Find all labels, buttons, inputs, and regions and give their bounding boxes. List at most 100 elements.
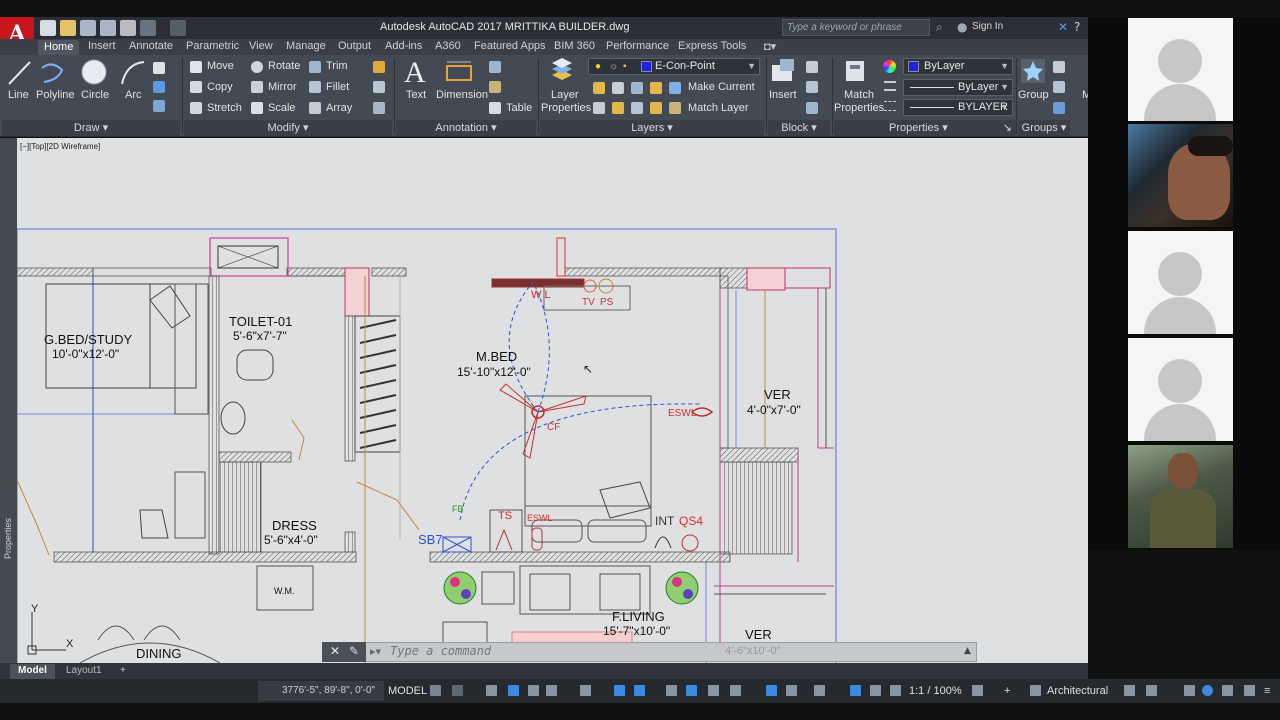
lineweight-dropdown[interactable]: ByLayer ▼ — [903, 79, 1013, 96]
erase-icon[interactable] — [373, 61, 385, 73]
insert-button[interactable]: Insert — [769, 89, 797, 101]
annotation-scale-icon[interactable] — [890, 685, 901, 696]
participant-tile-3[interactable] — [1128, 231, 1233, 334]
wrench-icon[interactable]: ✎ — [349, 644, 359, 658]
object-snap-icon[interactable] — [634, 685, 645, 696]
region-icon[interactable] — [153, 100, 165, 112]
undo-icon[interactable] — [140, 20, 156, 36]
properties-panel-footer[interactable]: Properties ▾ ↘ — [834, 120, 1016, 136]
isodraft-icon[interactable] — [580, 685, 591, 696]
explode-icon[interactable] — [373, 81, 385, 93]
mirror-button[interactable]: Mirror — [268, 81, 297, 93]
tab-model[interactable]: Model — [10, 664, 55, 679]
group-selection-icon[interactable] — [1053, 102, 1065, 114]
tab-annotate[interactable]: Annotate — [129, 40, 173, 52]
trim-button[interactable]: Trim — [326, 60, 348, 72]
tab-layout1[interactable]: Layout1 — [58, 664, 110, 679]
redo-icon[interactable] — [170, 20, 186, 36]
ortho-icon[interactable] — [528, 685, 539, 696]
layers-panel-footer[interactable]: Layers ▾ — [540, 120, 764, 136]
new-file-icon[interactable] — [40, 20, 56, 36]
command-input[interactable]: Type a command — [390, 644, 491, 658]
grid-icon[interactable] — [430, 685, 441, 696]
block-attributes-icon[interactable] — [806, 102, 818, 114]
quick-properties-icon[interactable] — [1124, 685, 1135, 696]
layer-properties-label-2[interactable]: Properties — [541, 102, 591, 114]
save-as-icon[interactable] — [100, 20, 116, 36]
close-icon[interactable]: ✕ — [330, 644, 340, 658]
search-input[interactable]: Type a keyword or phrase — [782, 19, 930, 36]
open-file-icon[interactable] — [60, 20, 76, 36]
layer-dropdown[interactable]: ● ☼ ▪ E-Con-Point ▼ — [588, 58, 760, 75]
tab-bim360[interactable]: BIM 360 — [554, 40, 595, 52]
annotation-monitor-icon[interactable]: + — [1004, 685, 1010, 697]
tab-manage[interactable]: Manage — [286, 40, 326, 52]
rectangle-icon[interactable] — [153, 62, 165, 74]
fillet-button[interactable]: Fillet — [326, 81, 349, 93]
clean-screen-icon[interactable] — [1222, 685, 1233, 696]
hatch-icon[interactable] — [153, 81, 165, 93]
participant-tile-2[interactable] — [1128, 124, 1233, 227]
layer-on-icon[interactable] — [593, 102, 605, 114]
units-value[interactable]: Architectural — [1047, 685, 1108, 697]
match-properties-label-1[interactable]: Match — [844, 89, 874, 101]
tab-express-tools[interactable]: Express Tools — [678, 40, 746, 52]
customization-menu-icon[interactable]: ≡ — [1264, 685, 1270, 697]
stretch-button[interactable]: Stretch — [207, 102, 242, 114]
selection-filter-icon[interactable] — [786, 685, 797, 696]
group-button[interactable]: Group — [1018, 89, 1049, 101]
tab-addins[interactable]: Add-ins — [385, 40, 422, 52]
help-icon[interactable]: ? — [1074, 20, 1080, 34]
3d-osnap-icon[interactable] — [730, 685, 741, 696]
layer-unlock-icon[interactable] — [650, 102, 662, 114]
match-layer-button[interactable]: Match Layer — [688, 102, 749, 114]
auto-scale-icon[interactable] — [870, 685, 881, 696]
copy-button[interactable]: Copy — [207, 81, 233, 93]
rotate-button[interactable]: Rotate — [268, 60, 300, 72]
layer-freeze-icon[interactable] — [631, 82, 643, 94]
layer-properties-label-1[interactable]: Layer — [551, 89, 579, 101]
user-icon[interactable]: ● — [957, 20, 967, 34]
dimension-button[interactable]: Dimension — [436, 89, 488, 101]
make-current-button[interactable]: Make Current — [688, 81, 755, 93]
selection-cycling-icon[interactable] — [708, 685, 719, 696]
tab-view[interactable]: View — [249, 40, 273, 52]
print-icon[interactable] — [120, 20, 136, 36]
ungroup-icon[interactable] — [1053, 61, 1065, 73]
create-block-icon[interactable] — [806, 61, 818, 73]
fullscreen-icon[interactable] — [1244, 685, 1255, 696]
group-edit-icon[interactable] — [1053, 81, 1065, 93]
gizmo-icon[interactable] — [814, 685, 825, 696]
add-layout-icon[interactable]: + — [112, 664, 134, 679]
snap-icon[interactable] — [452, 685, 463, 696]
linetype-dropdown[interactable]: BYLAYER ▼ — [903, 99, 1013, 116]
layer-lock-icon[interactable] — [650, 82, 662, 94]
participant-tile-5[interactable] — [1128, 445, 1233, 548]
polar-tracking-icon[interactable] — [546, 685, 557, 696]
tab-home[interactable]: Home — [38, 40, 80, 55]
polyline-button[interactable]: Polyline — [36, 89, 75, 101]
lineweight-toggle-icon[interactable] — [666, 685, 677, 696]
hardware-acceleration-icon[interactable] — [1202, 685, 1213, 696]
layer-off-icon[interactable] — [593, 82, 605, 94]
dynamic-ucs-icon[interactable] — [766, 685, 777, 696]
table-button[interactable]: Table — [506, 102, 532, 114]
tab-a360[interactable]: A360 — [435, 40, 461, 52]
viewport-controls[interactable]: [−][Top][2D Wireframe] — [20, 142, 100, 151]
infer-constraints-icon[interactable] — [486, 685, 497, 696]
workspace-gear-icon[interactable] — [972, 685, 983, 696]
match-properties-label-2[interactable]: Properties — [834, 102, 884, 114]
offset-icon[interactable] — [373, 102, 385, 114]
isolate-objects-icon[interactable] — [1184, 685, 1195, 696]
annotation-panel-footer[interactable]: Annotation ▾ — [396, 120, 536, 136]
coordinate-readout[interactable]: 3776'-5", 89'-8", 0'-0" — [258, 681, 384, 701]
scale-button[interactable]: Scale — [268, 102, 296, 114]
tab-featured-apps[interactable]: Featured Apps — [474, 40, 546, 52]
tab-parametric[interactable]: Parametric — [186, 40, 239, 52]
arc-button[interactable]: Arc — [125, 89, 142, 101]
layer-isolate-icon[interactable] — [612, 82, 624, 94]
participant-tile-4[interactable] — [1128, 338, 1233, 441]
command-recent-chevron-icon[interactable]: ▲ — [964, 646, 971, 656]
command-history-icon[interactable]: ▸▾ — [370, 645, 381, 658]
move-button[interactable]: Move — [207, 60, 234, 72]
